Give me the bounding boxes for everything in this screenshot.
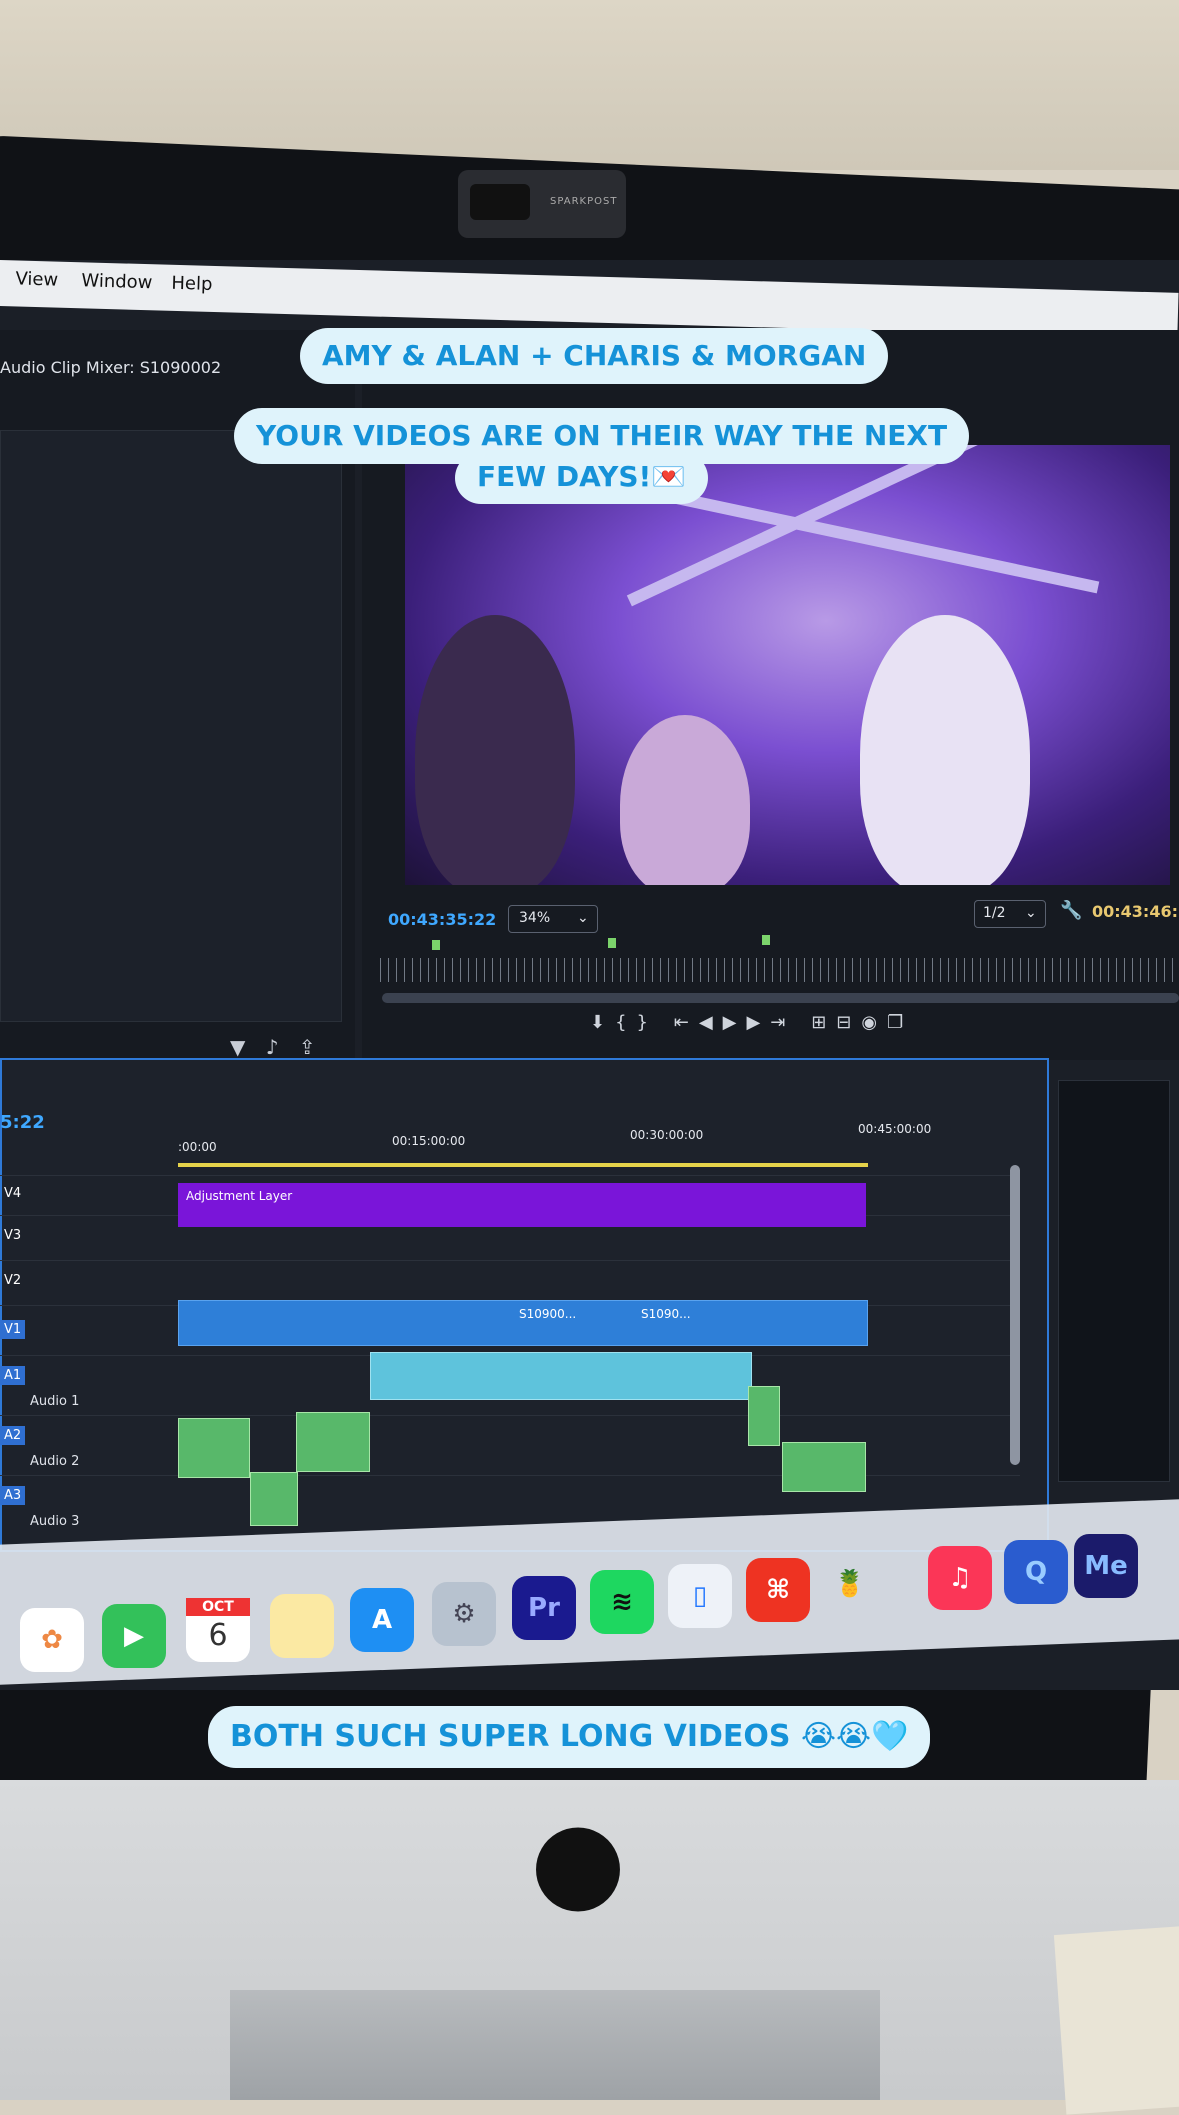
compare-icon[interactable]: ❐	[887, 1012, 913, 1033]
timeline-scrollbar[interactable]	[1010, 1165, 1020, 1465]
calendar-icon[interactable]: OCT 6	[186, 1598, 250, 1662]
track-name: Audio 1	[30, 1394, 80, 1409]
audio-clip[interactable]	[748, 1386, 780, 1446]
notes-icon[interactable]	[270, 1594, 334, 1658]
premiere-pro-icon[interactable]: Pr	[512, 1576, 576, 1640]
webcam-cover-label: SPARKPOST	[550, 196, 618, 207]
calendar-month: OCT	[186, 1598, 250, 1616]
track-label: V4	[4, 1186, 22, 1201]
step-forward-icon[interactable]: ▶	[747, 1012, 771, 1033]
media-encoder-icon[interactable]: Me	[1074, 1534, 1138, 1598]
webcam-cover: SPARKPOST	[458, 170, 626, 238]
paper-note	[1053, 1925, 1179, 2115]
audio-meter-panel	[1058, 1080, 1170, 1482]
lift-icon[interactable]: ⊞	[811, 1012, 836, 1033]
track-name: Audio 2	[30, 1454, 80, 1469]
mark-in-icon[interactable]: {	[615, 1012, 636, 1033]
pineapple-app-icon[interactable]: 🍍	[818, 1552, 882, 1616]
monitor-stand	[230, 1990, 880, 2100]
resolution-dropdown[interactable]: 1/2 ⌄	[974, 900, 1046, 928]
iphone-mirroring-icon[interactable]: ▯	[668, 1564, 732, 1628]
menu-window[interactable]: Window	[81, 270, 153, 293]
program-scrub-bar[interactable]	[382, 993, 1179, 1003]
clip-label: S1090...	[641, 1307, 691, 1321]
bride-figure	[620, 715, 750, 885]
track-label: V2	[4, 1273, 22, 1288]
program-time-ruler[interactable]	[380, 958, 1179, 982]
facetime-icon[interactable]: ▶	[102, 1604, 166, 1668]
menu-help[interactable]: Help	[171, 273, 213, 295]
current-timecode[interactable]: 00:43:35:22	[388, 910, 496, 929]
audio-icon[interactable]: ♪	[266, 1035, 279, 1059]
ruler-label: 00:45:00:00	[858, 1122, 932, 1136]
groom-figure	[860, 615, 1030, 885]
system-settings-icon[interactable]: ⚙	[432, 1582, 496, 1646]
marker[interactable]	[608, 938, 616, 948]
go-to-out-icon[interactable]: ⇥	[770, 1012, 795, 1033]
step-back-icon[interactable]: ◀	[699, 1012, 723, 1033]
mark-out-icon[interactable]: }	[637, 1012, 658, 1033]
chevron-down-icon: ⌄	[577, 910, 589, 926]
camera-icon[interactable]: ◉	[861, 1012, 887, 1033]
work-area-bar[interactable]	[178, 1163, 868, 1167]
program-video-frame	[405, 445, 1170, 885]
track-label[interactable]: A2	[0, 1426, 26, 1445]
track-label[interactable]: A3	[0, 1486, 26, 1505]
zoom-dropdown[interactable]: 34% ⌄	[508, 905, 598, 933]
acrobat-icon[interactable]: ⌘	[746, 1558, 810, 1622]
calendar-day: 6	[208, 1618, 228, 1653]
adjustment-layer-clip[interactable]: Adjustment Layer	[178, 1183, 866, 1227]
clip-label: S10900...	[519, 1307, 577, 1321]
webcam-lens	[470, 184, 530, 220]
duration-timecode: 00:43:46:24	[1092, 902, 1179, 921]
guest-figure	[415, 615, 575, 885]
panel-toolbar: ▼ ♪ ⇪	[230, 1035, 316, 1059]
export-icon[interactable]: ⇪	[299, 1035, 316, 1059]
zoom-value: 34%	[519, 910, 551, 926]
timeline-timecode[interactable]: 5:22	[0, 1112, 45, 1133]
go-to-in-icon[interactable]: ⇤	[674, 1012, 699, 1033]
spotify-icon[interactable]: ≋	[590, 1570, 654, 1634]
story-caption-2b: FEW DAYS!💌	[455, 452, 709, 504]
track-label[interactable]: A1	[0, 1366, 26, 1385]
audio-clip[interactable]	[178, 1418, 250, 1478]
menu-view[interactable]: View	[15, 268, 58, 290]
story-caption-3: BOTH SUCH SUPER LONG VIDEOS 😭😭🩵	[208, 1706, 931, 1768]
track-label[interactable]: V1	[0, 1320, 26, 1339]
quicktime-icon[interactable]: Q	[1004, 1540, 1068, 1604]
track-a2: A2 Audio 2	[0, 1415, 1020, 1476]
ruler-label: :00:00	[178, 1140, 217, 1154]
photos-icon[interactable]: ✿	[20, 1608, 84, 1672]
add-marker-icon[interactable]: ⬇	[590, 1012, 615, 1033]
apple-logo-icon: ●	[530, 1796, 626, 1924]
audio-clip[interactable]	[250, 1472, 298, 1526]
wrench-icon[interactable]: 🔧	[1060, 900, 1082, 921]
audio-clip[interactable]	[370, 1352, 752, 1400]
story-caption-1: AMY & ALAN + CHARIS & MORGAN	[300, 328, 889, 384]
transport-controls: ⬇{} ⇤◀▶▶⇥ ⊞⊟◉❐	[590, 1012, 913, 1033]
chevron-down-icon: ⌄	[1025, 905, 1037, 921]
ruler-label: 00:30:00:00	[630, 1128, 704, 1142]
filter-icon[interactable]: ▼	[230, 1035, 245, 1059]
ruler-label: 00:15:00:00	[392, 1134, 466, 1148]
music-icon[interactable]: ♫	[928, 1546, 992, 1610]
track-name: Audio 3	[30, 1514, 80, 1529]
panel-title: Audio Clip Mixer: S1090002	[0, 358, 222, 377]
app-store-icon[interactable]: A	[350, 1588, 414, 1652]
marker[interactable]	[762, 935, 770, 945]
marker[interactable]	[432, 940, 440, 950]
track-label: V3	[4, 1228, 22, 1243]
audio-clip[interactable]	[296, 1412, 370, 1472]
play-icon[interactable]: ▶	[723, 1012, 747, 1033]
panel-content	[0, 430, 342, 1022]
resolution-value: 1/2	[983, 905, 1006, 921]
extract-icon[interactable]: ⊟	[836, 1012, 861, 1033]
clip-label: Adjustment Layer	[186, 1189, 293, 1203]
video-clip[interactable]: S10900... S1090...	[178, 1300, 868, 1346]
audio-clip[interactable]	[782, 1442, 866, 1492]
